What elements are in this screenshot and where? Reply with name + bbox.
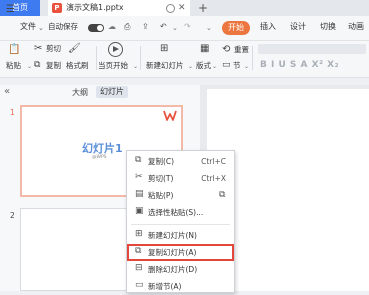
menu-item-duplicate-slide[interactable]: ⧉ 复制幻灯片(A) [127, 244, 234, 261]
layout-button[interactable]: 版式 [196, 61, 211, 71]
font-format-buttons[interactable]: B I U S A X² X₂ [260, 60, 339, 70]
more-chevron-icon[interactable]: ⌄ [206, 21, 212, 35]
menu-item-copy[interactable]: ⧉ 复制(C) Ctrl+C [127, 153, 234, 170]
slide1-subtitle: @WPS [92, 155, 107, 160]
menu-item-paste[interactable]: ▤ 粘贴(P) ⧉ [127, 187, 234, 204]
new-tab-icon[interactable]: + [198, 0, 208, 16]
menu-item-shortcut: Ctrl+X [201, 174, 226, 183]
undo-dropdown-icon[interactable]: ⌄ [172, 21, 178, 35]
new-slide-dropdown-icon[interactable]: ⌄ [188, 62, 193, 72]
paste-icon: ▤ [135, 189, 144, 199]
copy-icon: ⧉ [135, 155, 142, 165]
format-painter-button[interactable]: 格式刷 [66, 61, 89, 71]
file-menu[interactable]: 文件 [20, 20, 36, 34]
play-dropdown-icon[interactable]: ⌄ [133, 62, 138, 72]
close-tab-icon[interactable]: ✕ [178, 0, 186, 16]
font-name-select[interactable] [258, 44, 366, 54]
menu-item-label: 粘贴(P) [148, 191, 174, 200]
copy-icon: ⧉ [34, 60, 41, 70]
slide1-title: 幻灯片1 [82, 142, 123, 155]
tab-design[interactable]: 设计 [290, 20, 306, 34]
reset-button[interactable]: 重置 [234, 45, 249, 55]
export-icon[interactable]: ⇪ [142, 20, 149, 34]
new-slide-icon: ⊞ [135, 229, 143, 239]
tab-slides[interactable]: 幻灯片 [96, 86, 128, 98]
section-icon: ▭ [222, 60, 231, 70]
tab-animation[interactable]: 动画 [348, 20, 364, 34]
menu-item-label: 复制(C) [148, 157, 175, 166]
menu-item-shortcut: Ctrl+C [201, 157, 226, 166]
undo-icon[interactable]: ↶ [160, 20, 167, 34]
menu-divider [131, 224, 230, 225]
toolbar-divider [252, 46, 253, 70]
cloud-icon[interactable]: ☁ [108, 20, 116, 34]
play-icon[interactable] [108, 42, 123, 57]
menu-item-label: 删除幻灯片(D) [148, 265, 198, 274]
paste-keep-format-icon[interactable]: ⧉ [219, 190, 229, 200]
duplicate-slide-icon: ⧉ [135, 246, 142, 256]
tab-switch[interactable]: 切换 [320, 20, 336, 34]
paste-special-icon: ▣ [135, 206, 144, 216]
autosave-label: 自动保存 [48, 22, 78, 31]
menu-icon[interactable]: ☰ [6, 4, 15, 15]
menu-item-paste-special[interactable]: ▣ 选择性粘贴(S)... [127, 204, 234, 221]
section-icon: ▭ [135, 280, 144, 290]
menu-item-label: 新建幻灯片(N) [148, 231, 197, 240]
section-button[interactable]: 节 [233, 61, 241, 71]
context-menu: ⧉ 复制(C) Ctrl+C ✂ 剪切(T) Ctrl+X ▤ 粘贴(P) ⧉ … [126, 150, 235, 293]
reset-icon[interactable]: ⟲ [222, 44, 230, 56]
paste-dropdown-icon[interactable]: ⌄ [27, 62, 32, 72]
slide-number: 1 [10, 108, 15, 117]
new-slide-button[interactable]: 新建幻灯片 [146, 61, 184, 71]
toolbar-divider [96, 46, 97, 70]
tab-start[interactable]: 开始 [222, 21, 250, 35]
menu-item-cut[interactable]: ✂ 剪切(T) Ctrl+X [127, 170, 234, 187]
redo-icon[interactable]: ↷ [184, 20, 191, 34]
ppt-file-icon: P [52, 3, 62, 13]
layout-icon: ▦ [200, 43, 210, 54]
delete-slide-icon: ⊟ [135, 263, 143, 273]
menu-item-label: 选择性粘贴(S)... [148, 208, 204, 217]
chevron-down-icon: ⌄ [38, 24, 44, 32]
format-painter-icon: 🖌 [68, 43, 81, 54]
menu-item-new-section[interactable]: ▭ 新增节(A) [127, 278, 234, 295]
tab-insert[interactable]: 插入 [260, 20, 276, 34]
wps-logo-icon [163, 110, 177, 121]
cut-button[interactable]: 剪切 [46, 44, 61, 54]
document-tab-title: 演示文稿1.pptx [66, 3, 124, 12]
menu-item-label: 复制幻灯片(A) [148, 248, 197, 257]
play-from-current-button[interactable]: 当页开始 [98, 61, 128, 71]
scissors-icon: ✂ [34, 43, 43, 54]
tab-outline[interactable]: 大纲 [72, 87, 88, 98]
menu-item-new-slide[interactable]: ⊞ 新建幻灯片(N) [127, 227, 234, 244]
unsaved-indicator-icon [166, 4, 175, 13]
toolbar-divider [140, 46, 141, 70]
scissors-icon: ✂ [135, 172, 143, 182]
slide-number: 2 [10, 211, 15, 220]
layout-dropdown-icon[interactable]: ⌄ [212, 62, 217, 72]
print-icon[interactable]: ⎙ [124, 20, 130, 34]
section-dropdown-icon[interactable]: ⌄ [244, 62, 249, 72]
paste-icon[interactable]: 📋 [8, 44, 20, 56]
paste-button[interactable]: 粘贴 [6, 61, 21, 71]
menu-item-label: 剪切(T) [148, 174, 174, 183]
menu-item-label: 新增节(A) [148, 282, 182, 291]
collapse-panel-icon[interactable]: « [4, 86, 10, 97]
menu-item-delete-slide[interactable]: ⊟ 删除幻灯片(D) [127, 261, 234, 278]
copy-button[interactable]: 复制 [46, 61, 61, 71]
autosave-toggle[interactable] [88, 24, 104, 32]
new-slide-icon: ⊞ [160, 43, 169, 54]
